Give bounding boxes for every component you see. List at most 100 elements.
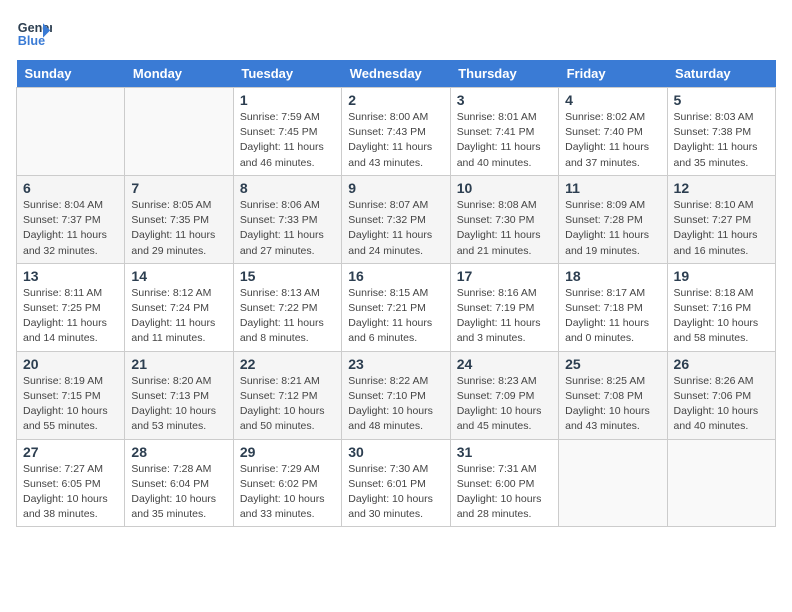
day-info: Sunrise: 8:11 AM Sunset: 7:25 PM Dayligh… (23, 286, 118, 347)
svg-text:Blue: Blue (18, 34, 45, 48)
calendar-cell: 1 Sunrise: 7:59 AM Sunset: 7:45 PM Daylig… (233, 88, 341, 176)
calendar-cell: 13 Sunrise: 8:11 AM Sunset: 7:25 PM Dayli… (17, 263, 125, 351)
day-info: Sunrise: 8:20 AM Sunset: 7:13 PM Dayligh… (131, 374, 226, 435)
calendar-cell: 24 Sunrise: 8:23 AM Sunset: 7:09 PM Dayli… (450, 351, 558, 439)
calendar-cell: 6Sunrise: 8:04 AM Sunset: 7:37 PM Daylig… (17, 175, 125, 263)
logo-icon: General Blue (16, 16, 52, 52)
calendar-cell: 21 Sunrise: 8:20 AM Sunset: 7:13 PM Dayli… (125, 351, 233, 439)
calendar-cell: 29 Sunrise: 7:29 AM Sunset: 6:02 PM Dayli… (233, 439, 341, 527)
day-info: Sunrise: 8:13 AM Sunset: 7:22 PM Dayligh… (240, 286, 335, 347)
day-number: 25 (565, 356, 660, 372)
calendar-cell (559, 439, 667, 527)
day-number: 24 (457, 356, 552, 372)
day-info: Sunrise: 8:21 AM Sunset: 7:12 PM Dayligh… (240, 374, 335, 435)
day-info: Sunrise: 8:00 AM Sunset: 7:43 PM Dayligh… (348, 110, 443, 171)
day-info: Sunrise: 8:19 AM Sunset: 7:15 PM Dayligh… (23, 374, 118, 435)
calendar-cell: 2 Sunrise: 8:00 AM Sunset: 7:43 PM Daylig… (342, 88, 450, 176)
day-number: 27 (23, 444, 118, 460)
day-number: 22 (240, 356, 335, 372)
weekday-header-sunday: Sunday (17, 60, 125, 88)
day-info: Sunrise: 7:30 AM Sunset: 6:01 PM Dayligh… (348, 462, 443, 523)
calendar-cell: 27 Sunrise: 7:27 AM Sunset: 6:05 PM Dayli… (17, 439, 125, 527)
calendar-cell: 5Sunrise: 8:03 AM Sunset: 7:38 PM Daylig… (667, 88, 775, 176)
day-number: 8 (240, 180, 335, 196)
day-number: 9 (348, 180, 443, 196)
day-info: Sunrise: 8:09 AM Sunset: 7:28 PM Dayligh… (565, 198, 660, 259)
calendar-cell: 30Sunrise: 7:30 AM Sunset: 6:01 PM Dayli… (342, 439, 450, 527)
calendar-week-2: 6Sunrise: 8:04 AM Sunset: 7:37 PM Daylig… (17, 175, 776, 263)
calendar-cell: 8Sunrise: 8:06 AM Sunset: 7:33 PM Daylig… (233, 175, 341, 263)
day-number: 29 (240, 444, 335, 460)
day-info: Sunrise: 8:01 AM Sunset: 7:41 PM Dayligh… (457, 110, 552, 171)
calendar-cell: 15 Sunrise: 8:13 AM Sunset: 7:22 PM Dayli… (233, 263, 341, 351)
calendar-week-1: 1 Sunrise: 7:59 AM Sunset: 7:45 PM Daylig… (17, 88, 776, 176)
calendar-cell: 31 Sunrise: 7:31 AM Sunset: 6:00 PM Dayli… (450, 439, 558, 527)
day-number: 1 (240, 92, 335, 108)
weekday-header-thursday: Thursday (450, 60, 558, 88)
day-number: 26 (674, 356, 769, 372)
calendar-week-5: 27 Sunrise: 7:27 AM Sunset: 6:05 PM Dayli… (17, 439, 776, 527)
calendar-cell: 11 Sunrise: 8:09 AM Sunset: 7:28 PM Dayli… (559, 175, 667, 263)
day-number: 28 (131, 444, 226, 460)
weekday-header-row: SundayMondayTuesdayWednesdayThursdayFrid… (17, 60, 776, 88)
calendar-cell: 18 Sunrise: 8:17 AM Sunset: 7:18 PM Dayli… (559, 263, 667, 351)
day-number: 31 (457, 444, 552, 460)
day-number: 2 (348, 92, 443, 108)
calendar-cell: 19 Sunrise: 8:18 AM Sunset: 7:16 PM Dayli… (667, 263, 775, 351)
day-info: Sunrise: 8:15 AM Sunset: 7:21 PM Dayligh… (348, 286, 443, 347)
day-number: 12 (674, 180, 769, 196)
day-info: Sunrise: 8:25 AM Sunset: 7:08 PM Dayligh… (565, 374, 660, 435)
calendar-cell: 20 Sunrise: 8:19 AM Sunset: 7:15 PM Dayli… (17, 351, 125, 439)
day-info: Sunrise: 8:23 AM Sunset: 7:09 PM Dayligh… (457, 374, 552, 435)
day-info: Sunrise: 8:22 AM Sunset: 7:10 PM Dayligh… (348, 374, 443, 435)
calendar-cell: 28 Sunrise: 7:28 AM Sunset: 6:04 PM Dayli… (125, 439, 233, 527)
day-info: Sunrise: 7:27 AM Sunset: 6:05 PM Dayligh… (23, 462, 118, 523)
day-number: 5 (674, 92, 769, 108)
day-info: Sunrise: 8:10 AM Sunset: 7:27 PM Dayligh… (674, 198, 769, 259)
day-info: Sunrise: 7:59 AM Sunset: 7:45 PM Dayligh… (240, 110, 335, 171)
day-number: 17 (457, 268, 552, 284)
calendar-table: SundayMondayTuesdayWednesdayThursdayFrid… (16, 60, 776, 527)
weekday-header-wednesday: Wednesday (342, 60, 450, 88)
day-info: Sunrise: 8:07 AM Sunset: 7:32 PM Dayligh… (348, 198, 443, 259)
logo: General Blue (16, 16, 52, 52)
calendar-cell: 26 Sunrise: 8:26 AM Sunset: 7:06 PM Dayli… (667, 351, 775, 439)
calendar-cell (667, 439, 775, 527)
day-number: 21 (131, 356, 226, 372)
day-number: 7 (131, 180, 226, 196)
day-info: Sunrise: 8:05 AM Sunset: 7:35 PM Dayligh… (131, 198, 226, 259)
calendar-cell: 12 Sunrise: 8:10 AM Sunset: 7:27 PM Dayli… (667, 175, 775, 263)
day-info: Sunrise: 8:17 AM Sunset: 7:18 PM Dayligh… (565, 286, 660, 347)
day-info: Sunrise: 8:16 AM Sunset: 7:19 PM Dayligh… (457, 286, 552, 347)
day-number: 15 (240, 268, 335, 284)
day-info: Sunrise: 7:31 AM Sunset: 6:00 PM Dayligh… (457, 462, 552, 523)
day-info: Sunrise: 7:29 AM Sunset: 6:02 PM Dayligh… (240, 462, 335, 523)
day-number: 19 (674, 268, 769, 284)
calendar-cell: 3 Sunrise: 8:01 AM Sunset: 7:41 PM Daylig… (450, 88, 558, 176)
day-info: Sunrise: 8:26 AM Sunset: 7:06 PM Dayligh… (674, 374, 769, 435)
day-number: 3 (457, 92, 552, 108)
weekday-header-monday: Monday (125, 60, 233, 88)
day-number: 6 (23, 180, 118, 196)
day-number: 10 (457, 180, 552, 196)
day-info: Sunrise: 7:28 AM Sunset: 6:04 PM Dayligh… (131, 462, 226, 523)
day-info: Sunrise: 8:18 AM Sunset: 7:16 PM Dayligh… (674, 286, 769, 347)
day-number: 14 (131, 268, 226, 284)
calendar-week-4: 20 Sunrise: 8:19 AM Sunset: 7:15 PM Dayli… (17, 351, 776, 439)
day-info: Sunrise: 8:08 AM Sunset: 7:30 PM Dayligh… (457, 198, 552, 259)
day-number: 13 (23, 268, 118, 284)
weekday-header-friday: Friday (559, 60, 667, 88)
calendar-cell: 16Sunrise: 8:15 AM Sunset: 7:21 PM Dayli… (342, 263, 450, 351)
day-number: 18 (565, 268, 660, 284)
calendar-week-3: 13 Sunrise: 8:11 AM Sunset: 7:25 PM Dayli… (17, 263, 776, 351)
day-number: 11 (565, 180, 660, 196)
day-number: 23 (348, 356, 443, 372)
day-number: 20 (23, 356, 118, 372)
day-info: Sunrise: 8:12 AM Sunset: 7:24 PM Dayligh… (131, 286, 226, 347)
calendar-cell (17, 88, 125, 176)
calendar-cell: 14 Sunrise: 8:12 AM Sunset: 7:24 PM Dayli… (125, 263, 233, 351)
weekday-header-saturday: Saturday (667, 60, 775, 88)
calendar-cell: 9 Sunrise: 8:07 AM Sunset: 7:32 PM Daylig… (342, 175, 450, 263)
calendar-cell: 23 Sunrise: 8:22 AM Sunset: 7:10 PM Dayli… (342, 351, 450, 439)
calendar-cell: 7 Sunrise: 8:05 AM Sunset: 7:35 PM Daylig… (125, 175, 233, 263)
